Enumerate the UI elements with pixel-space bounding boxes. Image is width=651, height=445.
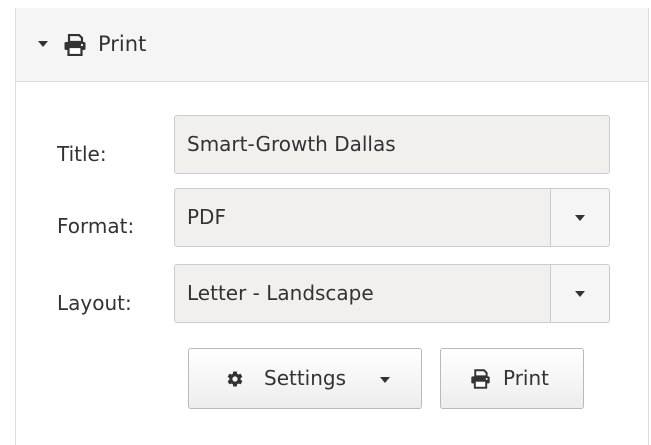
- print-button-label[interactable]: Print: [503, 365, 549, 391]
- layout-select-value[interactable]: Letter - Landscape: [187, 280, 374, 306]
- title-label: Title:: [57, 142, 107, 166]
- caret-down-icon: [575, 215, 585, 221]
- settings-button-label[interactable]: Settings: [264, 365, 346, 391]
- layout-label: Layout:: [57, 291, 132, 315]
- title-input[interactable]: Smart-Growth Dallas: [174, 115, 610, 174]
- format-select-value[interactable]: PDF: [187, 204, 226, 230]
- format-select[interactable]: PDF: [174, 188, 610, 247]
- title-input-value[interactable]: Smart-Growth Dallas: [187, 131, 396, 157]
- panel-title: Print: [98, 32, 147, 56]
- print-icon: [64, 34, 86, 56]
- format-label: Format:: [57, 214, 135, 238]
- caret-down-icon: [380, 377, 390, 383]
- caret-down-icon: [575, 291, 585, 297]
- layout-select[interactable]: Letter - Landscape: [174, 264, 610, 323]
- print-panel-header[interactable]: Print: [16, 8, 648, 82]
- print-panel: Print Title: Smart-Growth Dallas Format:…: [15, 8, 649, 445]
- layout-dropdown-button[interactable]: [550, 265, 609, 322]
- print-button[interactable]: Print: [440, 348, 584, 409]
- caret-down-icon[interactable]: [38, 41, 48, 47]
- gear-icon: [227, 371, 243, 387]
- format-dropdown-button[interactable]: [550, 189, 609, 246]
- settings-button[interactable]: Settings: [188, 348, 422, 409]
- print-icon: [471, 369, 490, 389]
